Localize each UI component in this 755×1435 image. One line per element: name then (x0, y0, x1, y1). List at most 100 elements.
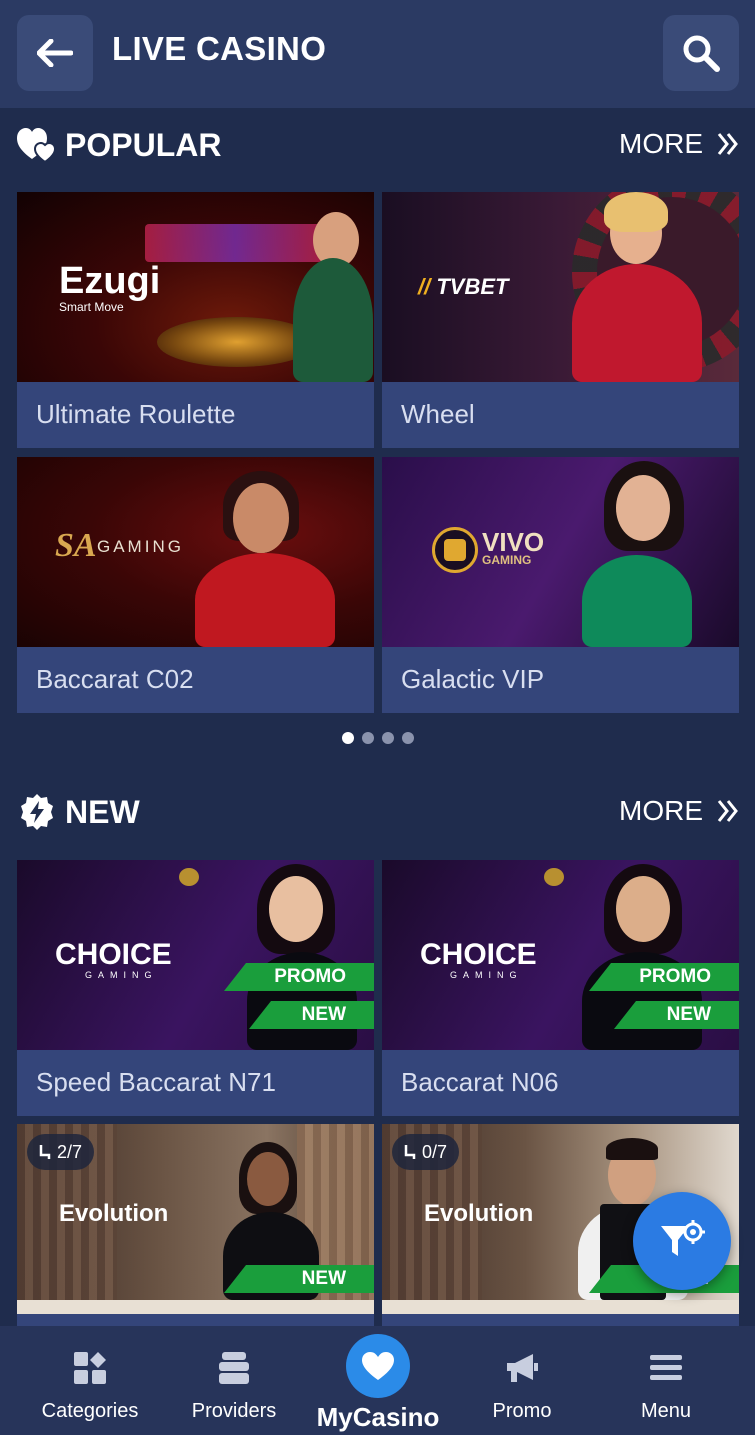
provider-logo-choice: CHOICE (55, 938, 172, 971)
search-icon (683, 35, 720, 72)
more-label: MORE (619, 795, 703, 826)
seats-badge: 2/7 (27, 1134, 95, 1170)
provider-logo-sa: SA (55, 527, 97, 564)
host-face (269, 876, 323, 942)
game-card-baccarat-c02[interactable]: SA GAMING Baccarat C02 (17, 457, 374, 713)
provider-sub: GAMING (85, 970, 158, 980)
badge-promo: PROMO (224, 963, 374, 991)
nav-menu[interactable]: Menu (596, 1326, 736, 1435)
dice-icon (432, 527, 478, 573)
game-thumbnail: Evolution 2/7 NEW (17, 1124, 374, 1314)
coin-graphic (179, 868, 199, 886)
badge-new: NEW (249, 1001, 374, 1029)
game-thumbnail: Ezugi Smart Move (17, 192, 374, 382)
nav-promo[interactable]: Promo (452, 1326, 592, 1435)
search-button[interactable] (663, 15, 739, 91)
section-title-new: NEW (65, 793, 140, 830)
pagination-dot[interactable] (342, 732, 354, 744)
megaphone-icon (504, 1350, 540, 1386)
arrow-left-icon (37, 39, 73, 67)
hamburger-icon (648, 1350, 684, 1386)
game-title: Ultimate Roulette (36, 399, 236, 429)
host-face (616, 475, 670, 541)
heart-icon (346, 1334, 410, 1398)
game-title: Wheel (401, 399, 475, 429)
provider-logo-tvbet: // TVBET (418, 274, 509, 299)
provider-sub: GAMING (450, 970, 523, 980)
badge-promo: PROMO (589, 963, 739, 991)
page-title: LIVE CASINO (112, 30, 327, 67)
host-dress (293, 258, 373, 382)
badge-new: NEW (614, 1001, 739, 1029)
host-dress (195, 553, 335, 647)
game-title: Speed Baccarat N71 (36, 1067, 276, 1097)
filter-settings-icon (661, 1220, 705, 1256)
lightning-badge-icon (17, 792, 57, 832)
nav-label: MyCasino (316, 1402, 440, 1432)
seats-count: 0/7 (422, 1141, 448, 1162)
nav-mycasino[interactable]: MyCasino (308, 1326, 448, 1435)
double-chevron-right-icon (717, 132, 739, 156)
pagination-dot[interactable] (402, 732, 414, 744)
game-card-galactic-vip[interactable]: VIVO GAMING Galactic VIP (382, 457, 739, 713)
popular-section-header: POPULAR MORE (17, 120, 739, 170)
new-more-link[interactable]: MORE (619, 795, 739, 827)
table-edge (17, 1300, 374, 1314)
providers-icon (216, 1350, 252, 1386)
host-hair (604, 192, 668, 232)
game-title: Galactic VIP (401, 664, 545, 694)
double-chevron-right-icon (717, 799, 739, 823)
game-title: Baccarat N06 (401, 1067, 559, 1097)
game-thumbnail: // TVBET (382, 192, 739, 382)
provider-name: GAMING (97, 537, 184, 556)
nav-label: Promo (492, 1400, 552, 1422)
provider-logo-evolution: Evolution (424, 1200, 534, 1227)
categories-icon (72, 1350, 108, 1386)
host-dress (572, 264, 702, 382)
game-card-wheel[interactable]: // TVBET Wheel (382, 192, 739, 448)
nav-label: Categories (41, 1400, 139, 1422)
popular-more-link[interactable]: MORE (619, 128, 739, 160)
game-thumbnail: SA GAMING (17, 457, 374, 647)
new-section-header: NEW MORE (17, 787, 739, 837)
provider-logo-choice: CHOICE (420, 938, 537, 971)
game-thumbnail: CHOICE GAMING PROMO NEW (382, 860, 739, 1050)
game-card-speed-baccarat-n71[interactable]: CHOICE GAMING PROMO NEW Speed Baccarat N… (17, 860, 374, 1116)
seat-icon (39, 1145, 51, 1159)
host-face (233, 483, 289, 553)
hearts-icon (17, 125, 57, 165)
host-dress (582, 555, 692, 647)
bottom-navigation: Categories Providers MyCasino Promo Menu (0, 1326, 755, 1435)
badge-new: NEW (224, 1265, 374, 1293)
game-thumbnail: VIVO GAMING (382, 457, 739, 647)
pagination-dot[interactable] (382, 732, 394, 744)
host-face (247, 1152, 289, 1206)
filter-button[interactable] (633, 1192, 731, 1290)
game-card-ultimate-roulette[interactable]: Ezugi Smart Move Ultimate Roulette (17, 192, 374, 448)
pagination-dot[interactable] (362, 732, 374, 744)
provider-logo-ezugi: Ezugi (59, 260, 161, 302)
game-title: Baccarat C02 (36, 664, 194, 694)
provider-logo-evolution: Evolution (59, 1200, 169, 1227)
table-edge (382, 1300, 739, 1314)
back-button[interactable] (17, 15, 93, 91)
nav-label: Menu (640, 1400, 692, 1422)
provider-name: TVBET (436, 274, 509, 299)
host-face (616, 876, 670, 942)
nav-providers[interactable]: Providers (164, 1326, 304, 1435)
game-card-baccarat-n06[interactable]: CHOICE GAMING PROMO NEW Baccarat N06 (382, 860, 739, 1116)
seats-count: 2/7 (57, 1141, 83, 1162)
coin-graphic (544, 868, 564, 886)
carousel-pagination (342, 732, 422, 744)
seats-badge: 0/7 (392, 1134, 460, 1170)
section-title-popular: POPULAR (65, 126, 222, 163)
game-thumbnail: CHOICE GAMING PROMO NEW (17, 860, 374, 1050)
seat-icon (404, 1145, 416, 1159)
provider-sub: GAMING (482, 553, 532, 567)
nav-categories[interactable]: Categories (20, 1326, 160, 1435)
roulette-chips-graphic (145, 224, 325, 262)
more-label: MORE (619, 128, 703, 159)
provider-tagline: Smart Move (59, 300, 124, 314)
nav-label: Providers (191, 1400, 277, 1422)
top-bar: LIVE CASINO (0, 0, 755, 108)
